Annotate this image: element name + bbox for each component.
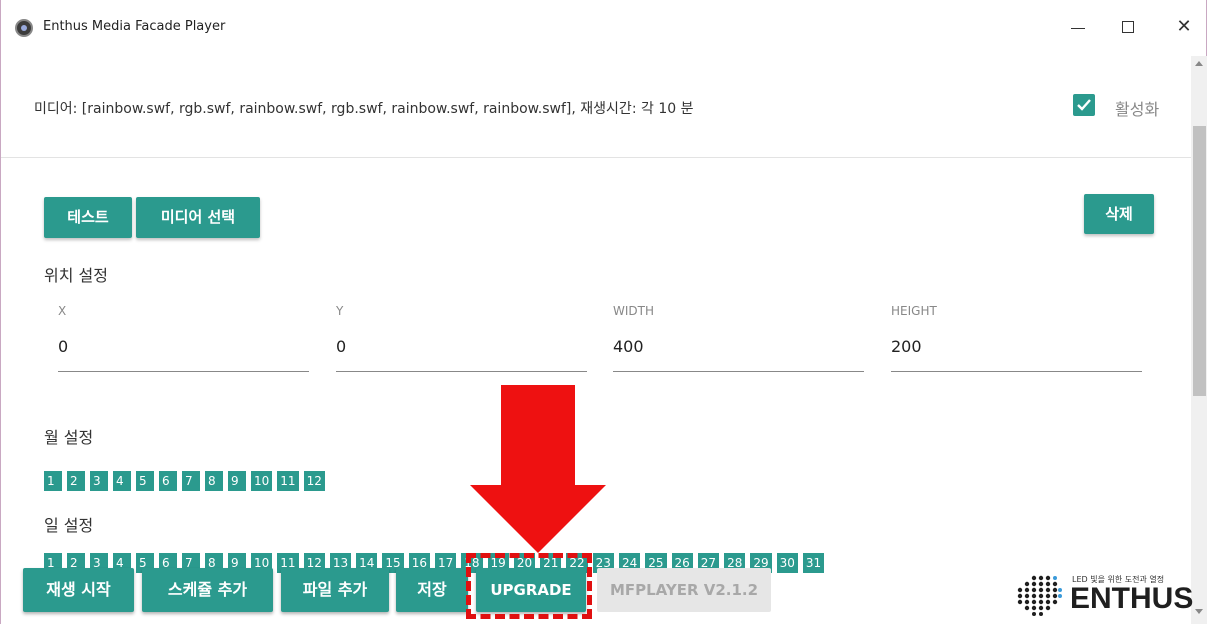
- enabled-label: 활성화: [1115, 100, 1160, 119]
- scroll-thumb[interactable]: [1193, 126, 1206, 396]
- width-field-underline: [613, 371, 864, 372]
- month-chip[interactable]: 10: [251, 471, 273, 491]
- height-field-label: HEIGHT: [891, 304, 937, 318]
- title-bar: Enthus Media Facade Player ✕: [1, 0, 1206, 56]
- x-field-label: X: [58, 304, 67, 318]
- minimize-button[interactable]: [1063, 13, 1093, 41]
- width-field[interactable]: 400: [613, 337, 644, 356]
- month-heading: 월 설정: [44, 428, 94, 447]
- month-chip[interactable]: 4: [113, 471, 131, 491]
- annotation-arrow-icon: [470, 385, 606, 553]
- logo-wordmark: ENTHUS: [1070, 582, 1194, 615]
- maximize-icon: [1122, 21, 1134, 33]
- y-field-label: Y: [336, 304, 344, 318]
- x-field[interactable]: 0: [58, 337, 68, 356]
- annotation-dashed-box: [466, 553, 592, 619]
- vertical-scrollbar[interactable]: [1191, 56, 1207, 624]
- enthus-logo: LED 빛을 위한 도전과 열정 ENTHUS: [1014, 568, 1202, 618]
- month-chip[interactable]: 5: [136, 471, 154, 491]
- app-logo-icon: [15, 19, 33, 37]
- position-heading: 위치 설정: [44, 266, 108, 285]
- month-chip[interactable]: 8: [205, 471, 223, 491]
- maximize-button[interactable]: [1113, 13, 1143, 41]
- add-schedule-button[interactable]: 스케쥴 추가: [142, 568, 273, 612]
- month-chip[interactable]: 12: [303, 471, 325, 491]
- window-title: Enthus Media Facade Player: [43, 19, 226, 34]
- width-field-label: WIDTH: [613, 304, 654, 318]
- month-chip[interactable]: 7: [182, 471, 200, 491]
- close-button[interactable]: ✕: [1169, 13, 1199, 41]
- month-chip[interactable]: 6: [159, 471, 177, 491]
- month-chip[interactable]: 11: [277, 471, 299, 491]
- height-field[interactable]: 200: [891, 337, 922, 356]
- month-selector: 1 2 3 4 5 6 7 8 9 10 11 12: [44, 471, 330, 491]
- minimize-icon: [1071, 28, 1085, 29]
- media-list-text: 미디어: [rainbow.swf, rgb.swf, rainbow.swf,…: [34, 101, 694, 117]
- y-field-underline: [336, 371, 587, 372]
- month-chip[interactable]: 3: [90, 471, 108, 491]
- month-chip[interactable]: 9: [228, 471, 246, 491]
- save-button[interactable]: 저장: [396, 568, 468, 612]
- start-playback-button[interactable]: 재생 시작: [23, 568, 134, 612]
- scroll-up-arrow-icon[interactable]: [1195, 61, 1203, 66]
- select-media-button[interactable]: 미디어 선택: [136, 197, 260, 238]
- check-icon: [1077, 99, 1091, 111]
- month-chip[interactable]: 2: [67, 471, 85, 491]
- x-field-underline: [58, 371, 309, 372]
- delete-button[interactable]: 삭제: [1084, 194, 1154, 234]
- add-file-button[interactable]: 파일 추가: [281, 568, 389, 612]
- y-field[interactable]: 0: [336, 337, 346, 356]
- day-heading: 일 설정: [44, 516, 94, 535]
- enabled-checkbox[interactable]: [1073, 94, 1095, 116]
- app-window: Enthus Media Facade Player ✕ 미디어: [rainb…: [0, 0, 1207, 624]
- logo-dots-icon: [1017, 575, 1062, 616]
- version-badge: MFPLAYER V2.1.2: [597, 568, 771, 612]
- test-button[interactable]: 테스트: [44, 197, 132, 238]
- bottom-toolbar: 재생 시작 스케쥴 추가 파일 추가 저장 UPGRADE MFPLAYER V…: [1, 560, 1191, 624]
- month-chip[interactable]: 1: [44, 471, 62, 491]
- media-summary: 미디어: [rainbow.swf, rgb.swf, rainbow.swf,…: [1, 56, 1191, 158]
- height-field-underline: [891, 371, 1142, 372]
